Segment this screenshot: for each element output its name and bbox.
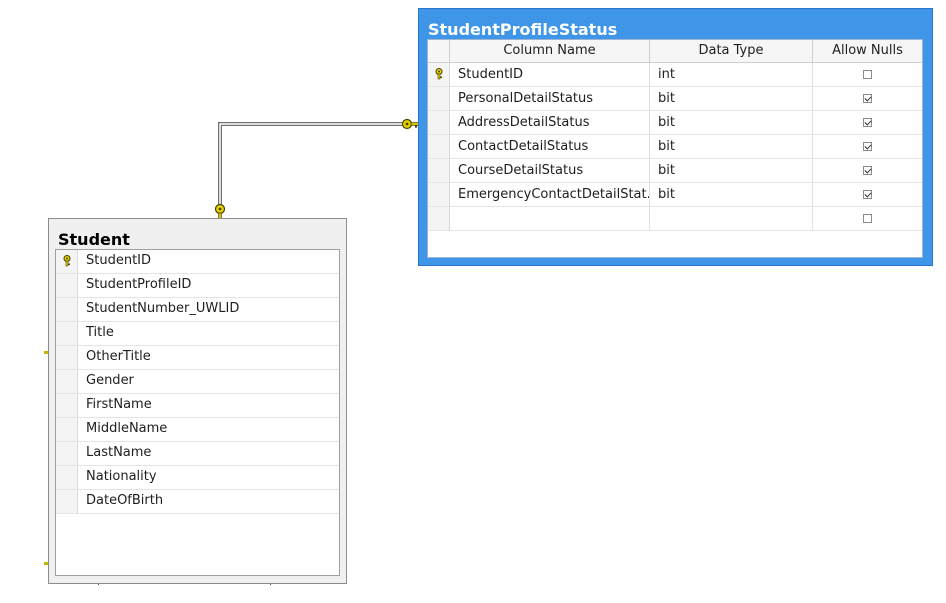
header-row-selector	[428, 40, 450, 63]
row-selector[interactable]	[56, 490, 78, 513]
student-table-title: Student	[58, 230, 130, 249]
column-name-cell[interactable]: ContactDetailStatus	[450, 135, 650, 158]
allow-nulls-cell	[813, 111, 922, 134]
allow-nulls-cell	[813, 63, 922, 86]
relationship-line-inner	[219, 123, 404, 207]
row-selector[interactable]	[56, 250, 78, 273]
allow-nulls-header[interactable]: Allow Nulls	[813, 40, 922, 63]
row-selector[interactable]	[56, 346, 78, 369]
column-name: Title	[86, 325, 114, 340]
row-selector[interactable]	[56, 394, 78, 417]
row-selector[interactable]	[428, 63, 450, 86]
data-type-cell[interactable]: int	[650, 63, 813, 86]
table-row[interactable]: Title	[56, 322, 339, 346]
row-selector[interactable]	[56, 298, 78, 321]
data-type-header[interactable]: Data Type	[650, 40, 813, 63]
relationship-line[interactable]	[218, 122, 404, 207]
row-selector[interactable]	[56, 466, 78, 489]
table-row[interactable]: LastName	[56, 442, 339, 466]
column-name-cell[interactable]: EmergencyContactDetailStat...	[450, 183, 650, 206]
table-row[interactable]: StudentProfileID	[56, 274, 339, 298]
primary-key-icon	[62, 255, 72, 271]
relationship-key-icon	[401, 118, 420, 130]
student-column-list[interactable]: StudentID StudentProfileID StudentNumber_U…	[55, 249, 340, 576]
data-type-cell[interactable]: bit	[650, 87, 813, 110]
student-profile-status-title: StudentProfileStatus	[428, 20, 618, 39]
column-name-cell[interactable]: StudentID	[450, 63, 650, 86]
table-row[interactable]: Nationality	[56, 466, 339, 490]
table-row[interactable]: StudentID int	[428, 63, 922, 87]
row-selector[interactable]	[428, 159, 450, 182]
allow-nulls-cell	[813, 207, 922, 230]
table-row[interactable]	[428, 207, 922, 231]
column-name: MiddleName	[86, 421, 168, 436]
table-row[interactable]: ContactDetailStatus bit	[428, 135, 922, 159]
column-name: StudentProfileID	[86, 277, 192, 292]
column-name: Gender	[86, 373, 134, 388]
allow-nulls-checkbox[interactable]	[863, 118, 872, 127]
table-row[interactable]: CourseDetailStatus bit	[428, 159, 922, 183]
row-selector[interactable]	[56, 274, 78, 297]
column-name-cell[interactable]: PersonalDetailStatus	[450, 87, 650, 110]
allow-nulls-cell	[813, 159, 922, 182]
table-row[interactable]: Gender	[56, 370, 339, 394]
row-selector[interactable]	[428, 111, 450, 134]
table-row[interactable]: PersonalDetailStatus bit	[428, 87, 922, 111]
column-name: StudentID	[86, 253, 152, 268]
data-type-cell[interactable]: bit	[650, 111, 813, 134]
table-row[interactable]: StudentID	[56, 250, 339, 274]
data-type-cell[interactable]: bit	[650, 183, 813, 206]
table-row[interactable]: MiddleName	[56, 418, 339, 442]
student-profile-status-table[interactable]: StudentProfileStatus Column Name Data Ty…	[418, 8, 933, 266]
column-grid[interactable]: Column Name Data Type Allow Nulls Studen…	[427, 39, 923, 258]
table-row[interactable]: EmergencyContactDetailStat... bit	[428, 183, 922, 207]
column-name-header[interactable]: Column Name	[450, 40, 650, 63]
column-name: OtherTitle	[86, 349, 151, 364]
data-type-cell[interactable]: bit	[650, 159, 813, 182]
table-row[interactable]: DateOfBirth	[56, 490, 339, 514]
row-selector[interactable]	[428, 87, 450, 110]
row-selector[interactable]	[56, 370, 78, 393]
student-table[interactable]: Student StudentID StudentProfileID Student…	[48, 218, 347, 584]
allow-nulls-checkbox[interactable]	[863, 166, 872, 175]
column-name-cell[interactable]: AddressDetailStatus	[450, 111, 650, 134]
row-selector[interactable]	[56, 322, 78, 345]
allow-nulls-checkbox[interactable]	[863, 190, 872, 199]
column-name-cell[interactable]: CourseDetailStatus	[450, 159, 650, 182]
column-name: DateOfBirth	[86, 493, 164, 508]
column-name: Nationality	[86, 469, 157, 484]
allow-nulls-cell	[813, 183, 922, 206]
column-name: LastName	[86, 445, 152, 460]
column-name: StudentNumber_UWLID	[86, 301, 240, 316]
table-row[interactable]: FirstName	[56, 394, 339, 418]
allow-nulls-cell	[813, 87, 922, 110]
allow-nulls-checkbox[interactable]	[863, 94, 872, 103]
data-type-cell[interactable]: bit	[650, 135, 813, 158]
column-name-cell[interactable]	[450, 207, 650, 230]
column-name: FirstName	[86, 397, 152, 412]
allow-nulls-checkbox[interactable]	[863, 214, 872, 223]
allow-nulls-cell	[813, 135, 922, 158]
data-type-cell[interactable]	[650, 207, 813, 230]
row-selector[interactable]	[56, 442, 78, 465]
row-selector[interactable]	[56, 418, 78, 441]
allow-nulls-checkbox[interactable]	[863, 70, 872, 79]
allow-nulls-checkbox[interactable]	[863, 142, 872, 151]
table-row[interactable]: OtherTitle	[56, 346, 339, 370]
table-row[interactable]: StudentNumber_UWLID	[56, 298, 339, 322]
row-selector[interactable]	[428, 183, 450, 206]
table-row[interactable]: AddressDetailStatus bit	[428, 111, 922, 135]
row-selector[interactable]	[428, 135, 450, 158]
row-selector[interactable]	[428, 207, 450, 230]
primary-key-icon	[434, 68, 444, 84]
